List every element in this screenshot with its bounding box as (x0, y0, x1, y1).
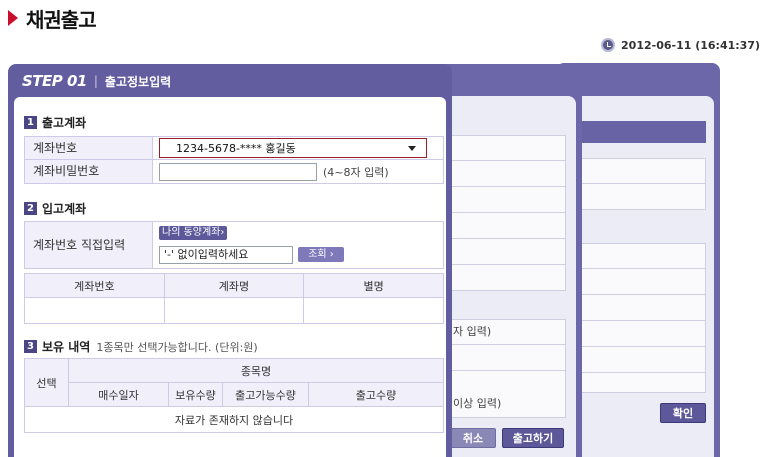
lookup-button[interactable]: 조회 › (298, 247, 344, 262)
column-header-available-qty: 출고가능수량 (222, 382, 309, 407)
section-number-badge: 3 (24, 340, 37, 353)
datetime-display: 2012-06-11 (16:41:37) (601, 38, 760, 52)
direct-account-row: 계좌번호 직접입력 나의 동양계좌› '-' 없이입력하세요 조회 › (24, 221, 444, 269)
step2-row (446, 345, 566, 371)
column-header-purchase-date: 매수일자 (68, 382, 169, 407)
step-label: STEP 01 (22, 72, 87, 90)
table-header-row: 선택 종목명 (24, 358, 444, 407)
step1-panel: STEP 01 | 출고정보입력 1 출고계좌 계좌번호 1234-5678-*… (8, 64, 452, 457)
table-subheader-row: 매수일자 보유수량 출고가능수량 출고수량 (25, 382, 444, 407)
column-header-item-name: 종목명 (68, 358, 444, 383)
step2-row (446, 265, 566, 291)
account-number-row: 계좌번호 1234-5678-**** 홍길동 (24, 136, 444, 160)
step3-row (578, 321, 706, 347)
step1-panel-body: 1 출고계좌 계좌번호 1234-5678-**** 홍길동 계좌비밀번호 (4… (14, 97, 446, 457)
dropdown-arrow-icon (408, 145, 416, 151)
account-password-row: 계좌비밀번호 (4~8자 입력) (24, 160, 444, 184)
step2-row (446, 239, 566, 265)
section-note: 1종목만 선택가능합니다. (단위:원) (96, 340, 258, 354)
clock-icon (601, 38, 616, 52)
page-title: 채권출고 (26, 7, 97, 32)
direct-account-value: 나의 동양계좌› '-' 없이입력하세요 조회 › (153, 222, 443, 268)
step3-row (578, 243, 706, 269)
step2-hint-row: 이상 입력) (446, 392, 566, 418)
holdings-table: 선택 종목명 매수일자 보유수량 출고가능수량 출고수량 자료가 존재하지 않습… (24, 358, 444, 433)
section-incoming-account: 2 입고계좌 (24, 200, 86, 217)
section-number-badge: 2 (24, 202, 37, 215)
table-row: 자료가 존재하지 않습니다 (24, 406, 444, 433)
step2-hint-row: 자 입력) (446, 319, 566, 345)
account-password-input[interactable] (159, 162, 317, 181)
column-header-account-name: 계좌명 (163, 273, 305, 298)
column-header-nickname: 별명 (303, 273, 444, 298)
page-title-area: 채권출고 (8, 4, 97, 32)
account-password-value: (4~8자 입력) (153, 160, 443, 183)
column-header-select: 선택 (24, 358, 69, 407)
section-title: 입고계좌 (42, 202, 87, 216)
step-name: 출고정보입력 (104, 74, 172, 89)
column-header-account-number: 계좌번호 (24, 273, 165, 298)
step3-row (578, 295, 706, 321)
section-number-badge: 1 (24, 116, 37, 129)
section-holdings: 3 보유 내역 1종목만 선택가능합니다. (단위:원) (24, 338, 258, 355)
table-cell (163, 297, 305, 324)
account-number-input[interactable]: '-' 없이입력하세요 (159, 246, 293, 264)
step3-row (578, 158, 706, 184)
account-number-value: 1234-5678-**** 홍길동 (153, 137, 443, 159)
table-cell (303, 297, 444, 324)
my-account-button[interactable]: 나의 동양계좌› (159, 226, 228, 240)
step3-row (578, 184, 706, 210)
datetime-text: 2012-06-11 (16:41:37) (621, 38, 760, 52)
section-title: 출고계좌 (42, 116, 87, 130)
step3-row (578, 269, 706, 295)
column-header-held-qty: 보유수량 (168, 382, 223, 407)
step3-row (578, 347, 706, 373)
column-header-release-qty: 출고수량 (308, 382, 444, 407)
cancel-button[interactable]: 취소 (450, 428, 496, 448)
section-title: 보유 내역 (42, 340, 91, 354)
password-hint: (4~8자 입력) (323, 165, 389, 179)
account-number-label: 계좌번호 (25, 137, 153, 159)
step-separator: | (93, 74, 98, 88)
incoming-account-table: 계좌번호 계좌명 별명 (24, 273, 444, 324)
account-select-value: 1234-5678-**** 홍길동 (176, 142, 296, 155)
step-header: STEP 01 | 출고정보입력 (22, 70, 171, 92)
step2-row (446, 135, 566, 161)
step2-row (446, 187, 566, 213)
section-outgoing-account: 1 출고계좌 (24, 114, 86, 131)
table-row (24, 297, 444, 324)
direct-account-label: 계좌번호 직접입력 (25, 222, 153, 268)
submit-release-button[interactable]: 출고하기 (502, 428, 564, 448)
empty-message: 자료가 존재하지 않습니다 (24, 406, 444, 433)
table-cell (24, 297, 165, 324)
step2-row (446, 213, 566, 239)
confirm-button[interactable]: 확인 (660, 403, 706, 423)
step3-header-bar (578, 121, 706, 143)
title-arrow-icon (8, 10, 18, 26)
step3-row (578, 373, 706, 393)
account-password-label: 계좌비밀번호 (25, 160, 153, 183)
step2-row (446, 161, 566, 187)
account-select[interactable]: 1234-5678-**** 홍길동 (159, 138, 427, 158)
table-header-row: 계좌번호 계좌명 별명 (24, 273, 444, 298)
